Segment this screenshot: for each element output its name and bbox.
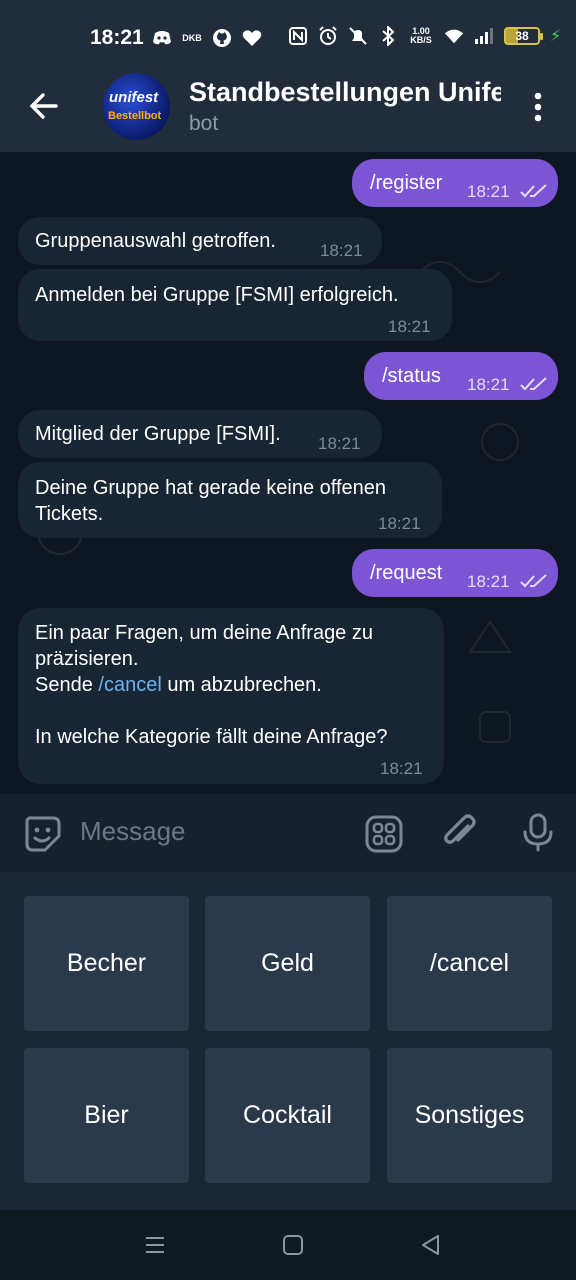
speed-unit: KB/S bbox=[410, 35, 432, 45]
heart-icon bbox=[242, 28, 262, 48]
status-time: 18:21 bbox=[90, 26, 144, 49]
more-vert-icon[interactable] bbox=[530, 92, 546, 122]
read-check-icon bbox=[520, 574, 547, 588]
keyboard-button-cocktail[interactable]: Cocktail bbox=[205, 1048, 370, 1183]
signal-icon bbox=[474, 26, 494, 46]
message-text: /status bbox=[382, 365, 441, 387]
message-outgoing[interactable]: /status 18:21 bbox=[364, 352, 558, 400]
message-input[interactable]: Message bbox=[80, 816, 186, 847]
back-triangle-icon[interactable] bbox=[419, 1233, 443, 1257]
system-icons: 1.00 KB/S 38 ⚡ bbox=[288, 26, 561, 46]
message-text-line3-prefix: Sende bbox=[35, 674, 99, 696]
keyboard-button-sonstiges[interactable]: Sonstiges bbox=[387, 1048, 552, 1183]
back-arrow-icon[interactable] bbox=[26, 88, 62, 124]
dkb-icon: DKB bbox=[182, 33, 202, 43]
chat-header: unifest Bestellbot Standbestellungen Uni… bbox=[0, 72, 576, 152]
message-text: /request bbox=[370, 562, 443, 584]
message-time: 18:21 bbox=[467, 572, 510, 591]
message-incoming[interactable]: Deine Gruppe hat gerade keine offenen Ti… bbox=[18, 462, 442, 538]
cancel-command-link[interactable]: /cancel bbox=[98, 674, 161, 696]
message-incoming[interactable]: Ein paar Fragen, um deine Anfrage zu prä… bbox=[18, 608, 444, 784]
bot-reply-keyboard: Becher Geld /cancel Bier Cocktail Sonsti… bbox=[0, 872, 576, 1210]
home-icon[interactable] bbox=[281, 1233, 305, 1257]
avatar-line1: unifest bbox=[109, 89, 159, 106]
github-icon bbox=[212, 28, 232, 48]
message-text-line3-suffix: um abzubrechen. bbox=[161, 674, 322, 696]
message-outgoing[interactable]: /request 18:21 bbox=[352, 549, 558, 597]
message-text-line4: In welche Kategorie fällt deine Anfrage? bbox=[35, 726, 388, 748]
top-bar: 18:21 DKB 1.00 KB/S 38 ⚡ unifest Bestell… bbox=[0, 0, 576, 152]
sticker-emoji-icon[interactable] bbox=[23, 814, 63, 854]
bot-commands-grid-icon[interactable] bbox=[364, 814, 404, 854]
battery-icon: 38 bbox=[504, 27, 543, 45]
attach-paperclip-icon[interactable] bbox=[440, 812, 480, 852]
message-time: 18:21 bbox=[320, 241, 363, 260]
message-time: 18:21 bbox=[380, 759, 423, 778]
microphone-icon[interactable] bbox=[518, 812, 558, 852]
message-text-line1: Ein paar Fragen, um deine Anfrage zu bbox=[35, 622, 373, 644]
keyboard-button-bier[interactable]: Bier bbox=[24, 1048, 189, 1183]
message-text-line3: Sende /cancel um abzubrechen. bbox=[35, 672, 322, 698]
nfc-icon bbox=[288, 26, 308, 46]
keyboard-button-becher[interactable]: Becher bbox=[24, 896, 189, 1031]
keyboard-button-cancel[interactable]: /cancel bbox=[387, 896, 552, 1031]
notification-icons: DKB bbox=[152, 28, 262, 48]
battery-level: 38 bbox=[515, 29, 529, 43]
chat-title[interactable]: Standbestellungen Unifest bbox=[189, 77, 501, 108]
avatar[interactable]: unifest Bestellbot bbox=[103, 73, 170, 140]
alarm-icon bbox=[318, 26, 338, 46]
message-text: /register bbox=[370, 172, 443, 194]
status-bar: 18:21 DKB 1.00 KB/S 38 ⚡ bbox=[0, 0, 576, 72]
message-text-line2: Tickets. bbox=[35, 503, 104, 525]
chat-subtitle: bot bbox=[189, 112, 219, 135]
message-incoming[interactable]: Anmelden bei Gruppe [FSMI] erfolgreich. … bbox=[18, 269, 452, 341]
message-text-line2: präzisieren. bbox=[35, 648, 139, 670]
message-composer: Message bbox=[0, 794, 576, 872]
discord-icon bbox=[152, 28, 172, 48]
recent-apps-icon[interactable] bbox=[143, 1233, 167, 1257]
message-text-line1: Deine Gruppe hat gerade keine offenen bbox=[35, 477, 387, 499]
message-time: 18:21 bbox=[378, 514, 421, 533]
avatar-line2: Bestellbot bbox=[108, 110, 162, 122]
message-time: 18:21 bbox=[467, 375, 510, 394]
message-time: 18:21 bbox=[388, 317, 431, 336]
wifi-icon bbox=[444, 26, 464, 46]
system-navigation-bar bbox=[0, 1210, 576, 1280]
message-text: Gruppenauswahl getroffen. bbox=[35, 230, 276, 252]
message-time: 18:21 bbox=[318, 434, 361, 453]
message-incoming[interactable]: Mitglied der Gruppe [FSMI]. 18:21 bbox=[18, 410, 382, 458]
message-outgoing[interactable]: /register 18:21 bbox=[352, 159, 558, 207]
charging-icon: ⚡ bbox=[550, 28, 562, 45]
mute-icon bbox=[348, 26, 368, 46]
network-speed: 1.00 KB/S bbox=[408, 26, 434, 46]
read-check-icon bbox=[520, 184, 547, 198]
message-incoming[interactable]: Gruppenauswahl getroffen. 18:21 bbox=[18, 217, 382, 265]
bluetooth-icon bbox=[378, 26, 398, 46]
message-time: 18:21 bbox=[467, 182, 510, 201]
message-list[interactable]: /register 18:21 Gruppenauswahl getroffen… bbox=[0, 152, 576, 794]
message-text: Mitglied der Gruppe [FSMI]. bbox=[35, 423, 281, 445]
read-check-icon bbox=[520, 377, 547, 391]
message-text: Anmelden bei Gruppe [FSMI] erfolgreich. bbox=[35, 284, 399, 306]
keyboard-button-geld[interactable]: Geld bbox=[205, 896, 370, 1031]
